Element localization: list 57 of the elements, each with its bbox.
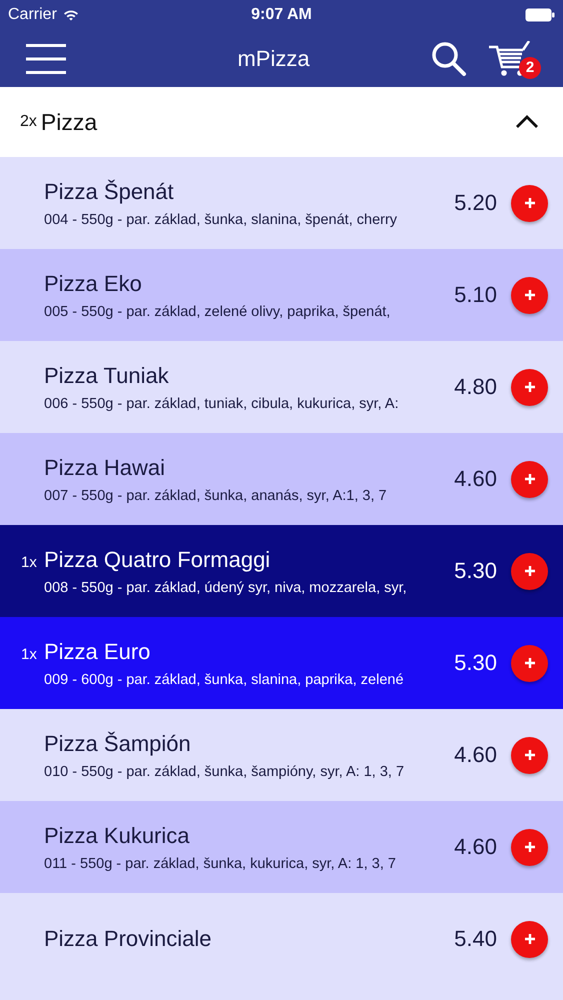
item-description: 010 - 550g - par. základ, šunka, šampióny, syr, A: 1, 3, 7 [43,764,406,780]
item-description: 004 - 550g - par. základ, šunka, slanina, špenát, cherry [43,212,398,228]
menu-item-row[interactable]: Pizza Hawai 007 - 550g - par. základ, šunka, ananás, syr, A:1, 3, 7 4.60 [0,433,563,525]
category-title: Pizza [40,108,98,136]
plus-icon [524,289,536,301]
item-name: Pizza Šampión [44,730,191,756]
plus-icon [524,197,536,209]
item-name: Pizza Tuniak [44,362,169,388]
item-description: 011 - 550g - par. základ, šunka, kukurica, syr, A: 1, 3, 7 [43,856,397,872]
item-name: Pizza Provinciale [44,926,212,952]
item-description: 008 - 550g - par. základ, údený syr, niva, mozzarela, syr, [43,580,408,596]
category-header[interactable]: 2x Pizza [0,87,563,157]
plus-icon [524,473,536,485]
menu-item-row[interactable]: 1x Pizza Euro 009 - 600g - par. základ, šunka, slanina, paprika, zelené 5.30 [0,617,563,709]
item-description: 005 - 550g - par. základ, zelené olivy, paprika, špenát, [43,304,392,320]
item-price: 5.20 [454,190,497,216]
item-description: 006 - 550g - par. základ, tuniak, cibula, kukurica, syr, A: [43,396,400,412]
item-price: 4.60 [454,834,497,860]
item-price: 5.30 [454,650,497,676]
menu-item-row[interactable]: Pizza Kukurica 011 - 550g - par. základ, šunka, kukurica, syr, A: 1, 3, 7 4.60 [0,801,563,893]
clock-time: 9:07 AM [251,6,312,24]
add-button[interactable] [511,644,548,682]
plus-icon [524,657,536,669]
shopping-cart-icon[interactable] [489,40,533,76]
search-icon[interactable] [431,40,467,76]
plus-icon [524,565,536,577]
cart-count-badge: 2 [519,56,541,78]
wifi-icon [62,9,79,21]
item-name: Pizza Quatro Formaggi [44,546,270,572]
menu-item-row[interactable]: 1x Pizza Quatro Formaggi 008 - 550g - par. základ, údený syr, niva, mozzarela, syr, 5.30 [0,525,563,617]
item-name: Pizza Hawai [44,454,166,480]
item-price: 5.30 [454,558,497,584]
item-name: Pizza Eko [44,270,142,296]
item-description: 007 - 550g - par. základ, šunka, ananás, syr, A:1, 3, 7 [43,488,388,504]
plus-icon [524,933,536,945]
quantity-label: 1x [20,554,38,570]
category-count: 2x [20,113,37,131]
app-title: mPizza [236,46,311,72]
item-price: 5.40 [454,926,497,952]
menu-item-row[interactable]: Pizza Eko 005 - 550g - par. základ, zelené olivy, paprika, špenát, 5.10 [0,249,563,341]
carrier-label: Carrier [8,6,57,24]
item-name: Pizza Euro [44,638,150,664]
plus-icon [524,381,536,393]
item-name: Pizza Špenát [44,178,174,204]
add-button[interactable] [511,552,548,590]
plus-icon [524,749,536,761]
plus-icon [524,841,536,853]
quantity-label: 1x [20,646,38,662]
chevron-up-icon[interactable] [515,115,539,129]
battery-icon [524,8,555,22]
item-description: 009 - 600g - par. základ, šunka, slanina, paprika, zelené [43,672,405,688]
item-price: 5.10 [454,282,497,308]
item-price: 4.60 [454,742,497,768]
item-price: 4.60 [454,466,497,492]
item-name: Pizza Kukurica [44,822,190,848]
item-price: 4.80 [454,374,497,400]
menu-icon[interactable] [26,44,66,74]
